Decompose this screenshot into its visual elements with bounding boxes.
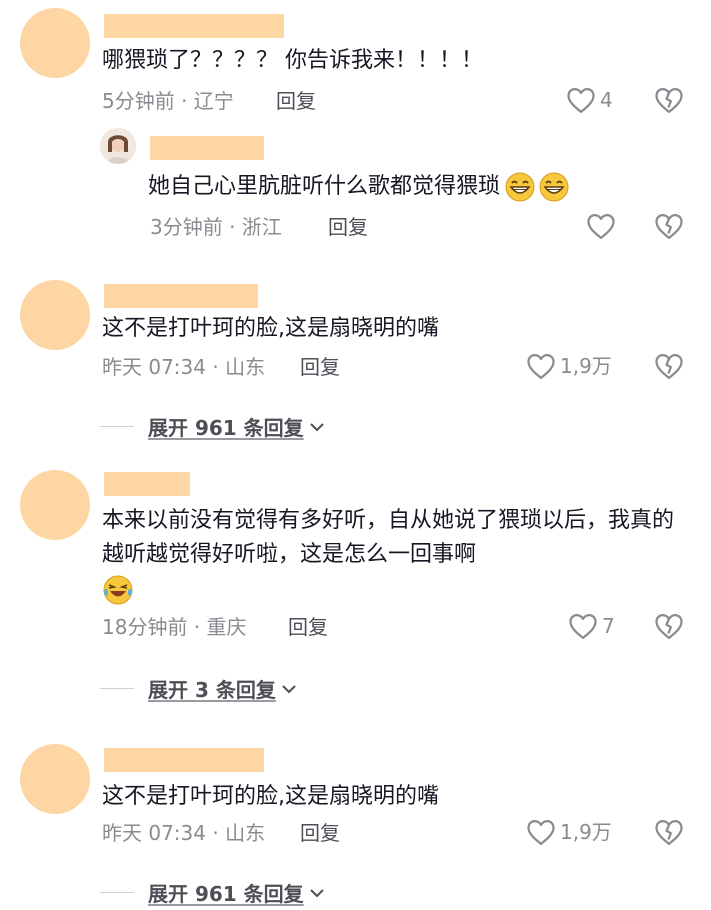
heart-icon <box>567 88 595 113</box>
expand-replies-label: 展开 961 条回复 <box>148 416 304 440</box>
divider <box>100 892 134 893</box>
username-redacted[interactable] <box>104 472 190 496</box>
comment-text: 本来以前没有觉得有多好听，自从她说了猥琐以后，我真的越听越觉得好听啦，这是怎么一… <box>102 508 675 567</box>
expand-replies-label: 展开 961 条回复 <box>148 882 304 906</box>
grin-emoji <box>505 172 535 202</box>
avatar-photo-icon <box>100 128 136 164</box>
avatar[interactable] <box>20 280 90 350</box>
reply-button[interactable]: 回复 <box>276 88 316 114</box>
like-button[interactable]: 7 <box>568 612 615 640</box>
comment-meta: 18分钟前 · 重庆 <box>102 615 247 639</box>
like-button[interactable]: 1,9万 <box>526 352 612 380</box>
username-redacted[interactable] <box>104 14 284 38</box>
username-redacted[interactable] <box>104 284 258 308</box>
reply-button[interactable]: 回复 <box>328 214 368 240</box>
like-count: 7 <box>602 614 615 638</box>
dislike-icon[interactable] <box>654 86 684 114</box>
reply-text: 她自己心里肮脏听什么歌都觉得猥琐 <box>148 174 501 199</box>
expand-replies-button[interactable]: 展开 3 条回复 <box>100 674 298 703</box>
reply-button[interactable]: 回复 <box>300 820 340 846</box>
divider <box>100 688 134 689</box>
dislike-icon[interactable] <box>654 352 684 380</box>
comment-text: 这不是打叶珂的脸,这是扇晓明的嘴 <box>102 784 439 809</box>
reply-text-row: 她自己心里肮脏听什么歌都觉得猥琐 <box>148 170 570 204</box>
reply-button[interactable]: 回复 <box>288 614 328 640</box>
username-redacted[interactable] <box>104 748 264 772</box>
comment-meta: 昨天 07:34 · 山东 <box>102 821 266 845</box>
like-count: 1,9万 <box>560 820 612 844</box>
heart-icon <box>569 614 597 639</box>
avatar[interactable] <box>20 744 90 814</box>
expand-replies-button[interactable]: 展开 961 条回复 <box>100 412 326 441</box>
laugh-cry-emoji <box>103 575 133 605</box>
comment-meta: 昨天 07:34 · 山东 <box>102 355 266 379</box>
heart-icon[interactable] <box>586 212 616 240</box>
avatar[interactable] <box>20 470 90 540</box>
heart-icon <box>527 354 555 379</box>
like-count: 1,9万 <box>560 354 612 378</box>
divider <box>100 426 134 427</box>
expand-replies-label: 展开 3 条回复 <box>148 678 276 702</box>
dislike-icon[interactable] <box>654 612 684 640</box>
grin-emoji <box>539 172 569 202</box>
expand-replies-button[interactable]: 展开 961 条回复 <box>100 878 326 907</box>
dislike-icon[interactable] <box>654 818 684 846</box>
avatar[interactable] <box>20 8 90 78</box>
dislike-icon[interactable] <box>654 212 684 240</box>
chevron-down-icon <box>309 888 324 897</box>
comment-text: 这不是打叶珂的脸,这是扇晓明的嘴 <box>102 316 439 341</box>
username-redacted[interactable] <box>150 136 264 160</box>
like-button[interactable]: 4 <box>566 86 613 114</box>
comment-meta: 5分钟前 · 辽宁 <box>102 89 234 113</box>
comment-text: 哪猥琐了？？？？ 你告诉我来！！！！ <box>102 48 483 73</box>
chevron-down-icon <box>282 684 296 693</box>
chevron-down-icon <box>309 422 324 431</box>
reply-button[interactable]: 回复 <box>300 354 340 380</box>
like-count: 4 <box>600 88 613 112</box>
like-button[interactable]: 1,9万 <box>526 818 612 846</box>
avatar[interactable] <box>100 128 136 164</box>
heart-icon <box>527 820 555 845</box>
reply-meta: 3分钟前 · 浙江 <box>150 215 282 239</box>
